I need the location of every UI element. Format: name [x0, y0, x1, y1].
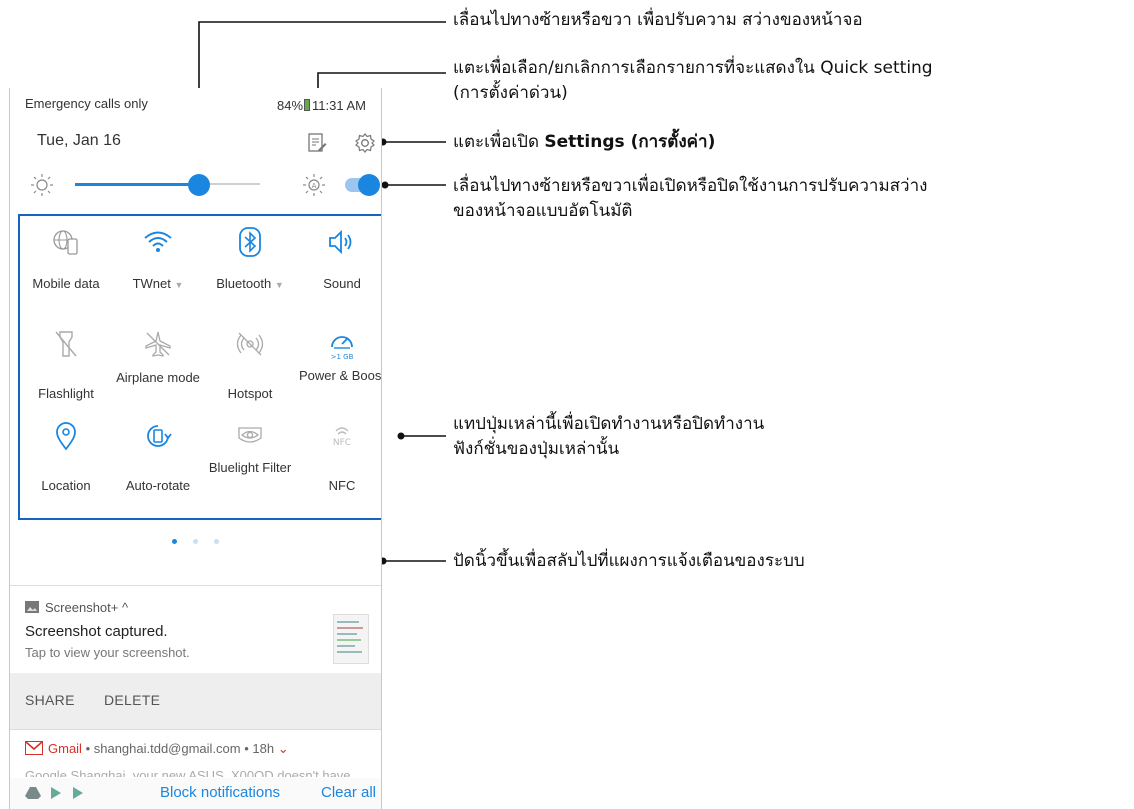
image-icon: [25, 601, 39, 613]
tile-wifi[interactable]: TWnet ▼: [112, 222, 204, 293]
chevron-down-icon[interactable]: ⌄: [278, 741, 289, 756]
wifi-icon: [144, 231, 172, 252]
notification-app-name: Screenshot+: [45, 600, 119, 615]
dropdown-arrow-icon[interactable]: ▼: [175, 280, 184, 290]
airplane-icon: [145, 331, 171, 357]
tile-mobile-data[interactable]: Mobile data: [20, 222, 112, 291]
page-dot[interactable]: [214, 539, 219, 544]
battery-percent: 84%: [277, 98, 304, 113]
page-dot[interactable]: [193, 539, 198, 544]
drive-icon: [25, 786, 41, 805]
callout-settings: แตะเพื่อเปิด Settings (การตั้งค่า): [453, 131, 715, 154]
gmail-preview: Google Shanghai, your new ASUS_X00QD doe…: [25, 768, 351, 777]
flashlight-icon: [55, 331, 77, 357]
callout-edit-line2: (การตั้งค่าด่วน): [453, 83, 568, 103]
eye-icon: [238, 427, 262, 443]
date-text: Tue, Jan 16: [37, 132, 121, 149]
tile-airplane-mode[interactable]: Airplane mode: [112, 324, 204, 385]
auto-brightness-toggle-thumb[interactable]: [358, 174, 380, 196]
status-bar: Emergency calls only 84% 11:31 AM: [25, 94, 366, 114]
battery-icon: [304, 99, 311, 111]
callout-settings-prefix: แตะเพื่อเปิด: [453, 132, 545, 152]
auto-rotate-icon: [147, 425, 172, 447]
tile-label: Sound: [323, 276, 361, 291]
svg-text:>1 GB: >1 GB: [331, 353, 354, 361]
carrier-text: Emergency calls only: [25, 96, 148, 111]
brightness-slider-thumb[interactable]: [188, 174, 210, 196]
tile-flashlight[interactable]: Flashlight: [20, 324, 112, 401]
tile-label: Location: [41, 478, 91, 493]
quick-settings-panel: Emergency calls only 84% 11:31 AM Tue, Ja…: [9, 88, 382, 809]
brightness-slider-fill: [75, 183, 200, 186]
clear-all-button[interactable]: Clear all: [321, 784, 376, 801]
tile-label: NFC: [328, 478, 356, 493]
bluetooth-icon: [239, 227, 261, 257]
tile-label: TWnet: [132, 276, 171, 291]
play-icon: [72, 786, 84, 805]
tile-label: Flashlight: [38, 386, 94, 401]
notification-title: Screenshot captured.: [25, 623, 168, 640]
callout-tiles-line2: ฟังก์ชั่นของปุ่มเหล่านั้น: [453, 439, 620, 459]
tile-location[interactable]: Location: [20, 416, 112, 493]
tile-nfc[interactable]: NFC NFC: [296, 416, 381, 493]
callout-swipe: ปัดนิ้วขึ้นเพื่อสลับไปที่แผงการแจ้งเตือน…: [453, 551, 805, 571]
screenshot-thumbnail[interactable]: [333, 614, 369, 664]
gmail-meta: • shanghai.tdd@gmail.com • 18h: [81, 741, 275, 756]
sound-icon: [329, 229, 352, 255]
share-button[interactable]: SHARE: [25, 692, 75, 708]
callout-auto-line1: เลื่อนไปทางซ้ายหรือขวาเพื่อเปิดหรือปิดใช…: [453, 176, 928, 196]
tile-power-boost[interactable]: >1 GB Power & Boost: [296, 324, 382, 383]
gmail-icon: [25, 741, 43, 755]
tile-label: Hotspot: [227, 386, 273, 401]
callout-tiles-line1: แทปปุ่มเหล่านี้เพื่อเปิดทำงานหรือปิดทำงา…: [453, 414, 765, 434]
quick-tiles-grid: Mobile data TWnet ▼ Bluetooth ▼ Sound Fl…: [18, 214, 382, 520]
hotspot-icon: [236, 332, 264, 356]
play-store-icon: [50, 786, 62, 805]
status-right: 84% 11:31 AM: [277, 98, 366, 113]
notification-header: Screenshot+ ^: [25, 600, 128, 615]
gear-icon[interactable]: [354, 132, 376, 159]
tile-bluelight-filter[interactable]: Bluelight Filter: [204, 416, 296, 475]
screenshot-notification[interactable]: Screenshot+ ^ Screenshot captured. Tap t…: [10, 586, 381, 673]
callout-edit-line1: แตะเพื่อเลือก/ยกเลิกการเลือกรายการที่จะแ…: [453, 58, 933, 78]
edit-list-icon[interactable]: [307, 132, 327, 159]
tile-auto-rotate[interactable]: Auto-rotate: [112, 416, 204, 493]
brightness-low-icon: [30, 173, 54, 202]
page-dot-active[interactable]: [172, 539, 177, 544]
tile-label: Auto-rotate: [125, 478, 191, 493]
tile-label: Power & Boost: [299, 368, 382, 383]
notification-subtitle: Tap to view your screenshot.: [25, 645, 190, 660]
auto-brightness-icon: A: [302, 173, 326, 202]
tile-label: Bluelight Filter: [208, 460, 292, 475]
nfc-icon: NFC: [333, 427, 351, 448]
clock: 11:31 AM: [312, 98, 366, 113]
tile-label: Mobile data: [32, 276, 100, 291]
notification-footer: Block notifications Clear all: [10, 778, 381, 809]
svg-text:A: A: [312, 182, 317, 190]
page-indicator[interactable]: [10, 531, 381, 549]
tile-hotspot[interactable]: Hotspot: [204, 324, 296, 401]
delete-button[interactable]: DELETE: [104, 692, 160, 708]
notification-actions: SHARE DELETE: [10, 673, 381, 729]
dropdown-arrow-icon[interactable]: ▼: [275, 280, 284, 290]
tile-sound[interactable]: Sound: [296, 222, 381, 291]
callout-settings-bold: Settings (การตั้งค่า): [544, 132, 716, 152]
tile-bluetooth[interactable]: Bluetooth ▼: [204, 222, 296, 293]
block-notifications-button[interactable]: Block notifications: [160, 784, 280, 801]
tile-label: Airplane mode: [116, 370, 200, 385]
chevron-up-icon[interactable]: ^: [122, 600, 128, 615]
gmail-app-name: Gmail: [48, 741, 82, 756]
globe-phone-icon: [53, 230, 78, 255]
power-boost-icon: >1 GB: [331, 336, 354, 361]
callout-brightness: เลื่อนไปทางซ้ายหรือขวา เพื่อปรับความ สว่…: [453, 10, 863, 30]
callout-auto-line2: ของหน้าจอแบบอัตโนมัติ: [453, 201, 633, 221]
location-icon: [56, 422, 76, 451]
tile-label: Bluetooth: [216, 276, 272, 291]
gmail-header: Gmail • shanghai.tdd@gmail.com • 18h ⌄: [25, 741, 289, 757]
svg-text:NFC: NFC: [333, 438, 351, 448]
